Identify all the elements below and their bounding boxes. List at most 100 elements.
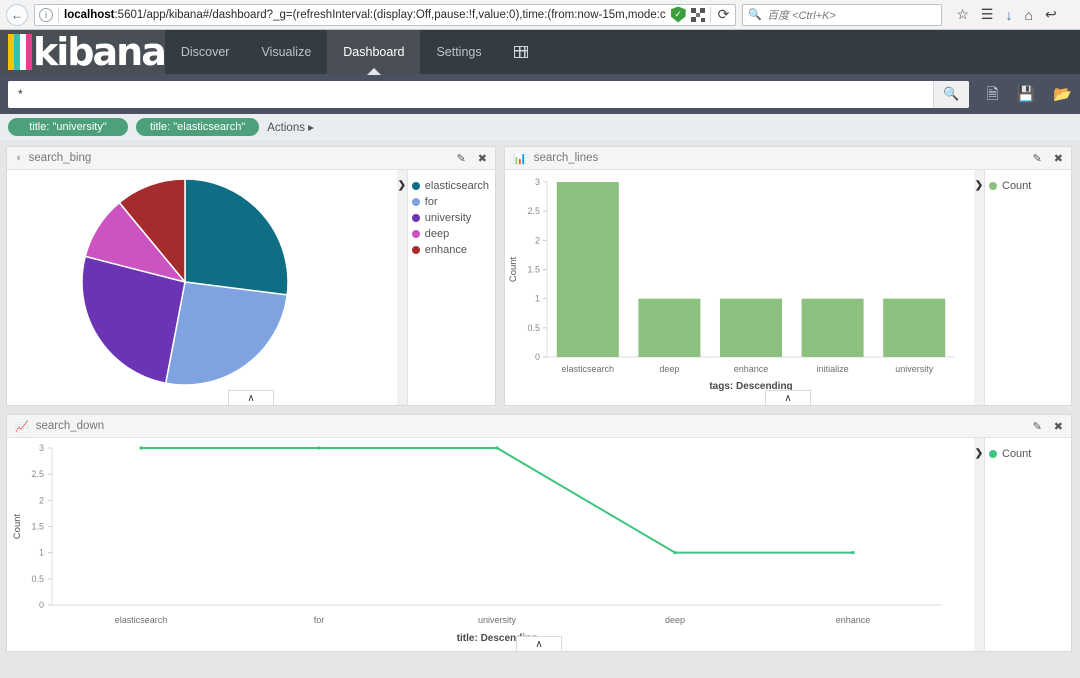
reload-icon[interactable]: ⟳ xyxy=(716,6,732,23)
legend-item[interactable]: Count xyxy=(989,446,1065,462)
dashboard-action-icons: 🗎 💾 📂 xyxy=(969,87,1072,102)
x-tick-label: elasticsearch xyxy=(115,615,168,625)
nav-item-visualize[interactable]: Visualize xyxy=(245,30,327,74)
bar-chart-icon: 📊 xyxy=(513,152,527,165)
line-point[interactable] xyxy=(851,551,855,555)
browser-search-box[interactable]: 🔍 百度 <Ctrl+K> xyxy=(742,3,943,26)
search-submit-button[interactable]: 🔍 xyxy=(932,80,969,108)
nav-item-grid[interactable] xyxy=(498,30,544,74)
undo-icon[interactable]: ↩ xyxy=(1045,6,1057,23)
close-panel-icon[interactable]: ✖ xyxy=(1054,152,1063,165)
line-chart-area[interactable]: 0 0.5 1 1.5 2 2.5 3 elasticsearch for university d… xyxy=(7,438,974,651)
page-info-icon[interactable]: i xyxy=(39,7,53,22)
kibana-logo[interactable]: kibana xyxy=(0,30,167,74)
kibana-logo-text: kibana xyxy=(33,30,167,74)
bar[interactable] xyxy=(556,182,619,357)
y-tick-label: 0.5 xyxy=(31,574,44,584)
filter-pill-university[interactable]: title: "university" xyxy=(8,118,128,136)
load-dashboard-icon[interactable]: 📂 xyxy=(1053,87,1072,102)
dashboard-row-1: ◖ search_bing ✎ ✖ ❯ elasticsearch for univ… xyxy=(6,146,1074,406)
y-axis-title: Count xyxy=(508,256,519,282)
home-icon[interactable]: ⌂ xyxy=(1024,7,1032,23)
pie-chart-area[interactable] xyxy=(7,170,397,405)
legend-toggle-button[interactable]: ❯ xyxy=(974,170,985,405)
line-point[interactable] xyxy=(495,446,499,450)
kibana-navbar: kibana Discover Visualize Dashboard Sett… xyxy=(0,30,1080,74)
browser-back-button[interactable]: ← xyxy=(6,3,28,26)
panel-body: 0 0.5 1 1.5 2 2.5 3 elasticsearch for university d… xyxy=(7,438,1071,651)
nav-item-discover-label: Discover xyxy=(180,45,230,59)
pie-slice[interactable] xyxy=(164,281,289,386)
panel-body: ❯ elasticsearch for university deep enhance xyxy=(7,170,495,405)
line-point[interactable] xyxy=(317,446,321,450)
bar[interactable] xyxy=(801,298,864,357)
edit-panel-icon[interactable]: ✎ xyxy=(1033,420,1042,433)
browser-search-placeholder: 百度 <Ctrl+K> xyxy=(767,9,836,22)
pie-slice[interactable] xyxy=(184,178,289,296)
bar[interactable] xyxy=(638,298,701,357)
legend-item[interactable]: university xyxy=(411,210,489,226)
close-panel-icon[interactable]: ✖ xyxy=(478,152,487,165)
bar-chart-area[interactable]: 0 0.5 1 1.5 2 2.5 3 elasticsearch deep enhance ini… xyxy=(505,170,974,405)
shield-icon[interactable]: ✓ xyxy=(670,6,686,23)
panel-collapse-handle[interactable]: ∧ xyxy=(765,390,811,405)
panel-search-bing: ◖ search_bing ✎ ✖ ❯ elasticsearch for univ… xyxy=(6,146,496,406)
library-icon[interactable]: ☰ xyxy=(981,6,994,23)
bar[interactable] xyxy=(883,298,946,357)
nav-item-settings-label: Settings xyxy=(436,45,482,59)
y-tick-label: 2 xyxy=(535,235,540,245)
legend-toggle-button[interactable]: ❯ xyxy=(396,170,408,405)
legend-item[interactable]: deep xyxy=(411,226,489,242)
legend-label: elasticsearch xyxy=(424,180,489,192)
magnifier-icon: 🔍 xyxy=(942,86,960,101)
query-input-wrapper[interactable]: 🔍 xyxy=(8,80,969,108)
star-icon[interactable]: ☆ xyxy=(956,6,969,23)
nav-item-dashboard-label: Dashboard xyxy=(343,45,405,59)
legend-item[interactable]: enhance xyxy=(411,242,489,258)
line-point[interactable] xyxy=(673,551,677,555)
panel-header: 📈 search_down ✎ ✖ xyxy=(7,415,1071,438)
legend-label: enhance xyxy=(424,244,468,256)
x-tick-label: enhance xyxy=(734,364,769,374)
legend-item[interactable]: Count xyxy=(989,178,1065,194)
filter-pill-elasticsearch[interactable]: title: "elasticsearch" xyxy=(136,118,260,136)
legend-label: university xyxy=(424,212,472,224)
bar[interactable] xyxy=(719,298,783,357)
legend-item[interactable]: elasticsearch xyxy=(411,178,489,194)
new-dashboard-icon[interactable]: 🗎 xyxy=(987,87,999,102)
legend-item[interactable]: for xyxy=(411,194,489,210)
browser-toolbar: ← i localhost:5601/app/kibana#/dashboard… xyxy=(0,0,1080,30)
legend-label: Count xyxy=(1002,448,1032,460)
legend-toggle-button[interactable]: ❯ xyxy=(974,438,985,651)
panel-search-down: 📈 search_down ✎ ✖ 0 0.5 1 1.5 2 2.5 3 elasticse… xyxy=(6,414,1072,652)
nav-item-dashboard[interactable]: Dashboard xyxy=(327,30,421,74)
y-tick-label: 2.5 xyxy=(31,469,44,479)
nav-item-discover[interactable]: Discover xyxy=(165,30,246,74)
filter-actions-link[interactable]: Actions ▸ xyxy=(267,120,314,134)
panel-header: ◖ search_bing ✎ ✖ xyxy=(7,147,495,170)
panel-header: 📊 search_lines ✎ ✖ xyxy=(505,147,1071,170)
panel-body: 0 0.5 1 1.5 2 2.5 3 elasticsearch deep enhance ini… xyxy=(505,170,1071,405)
download-icon[interactable]: ↓ xyxy=(1005,7,1012,23)
nav-item-visualize-label: Visualize xyxy=(261,45,312,59)
panel-collapse-handle[interactable]: ∧ xyxy=(228,390,274,405)
qr-code-icon[interactable] xyxy=(690,7,705,22)
panel-collapse-handle[interactable]: ∧ xyxy=(516,636,562,651)
line-series[interactable] xyxy=(141,447,853,554)
line-point[interactable] xyxy=(139,446,143,450)
y-tick-label: 0 xyxy=(39,600,44,610)
panel-title: search_down xyxy=(35,420,105,432)
legend-items: Count xyxy=(985,438,1071,651)
legend-color-dot xyxy=(989,182,997,190)
back-arrow-icon: ← xyxy=(11,7,23,22)
address-bar[interactable]: i localhost:5601/app/kibana#/dashboard?_… xyxy=(34,3,737,26)
legend-items: Count xyxy=(985,170,1071,405)
close-panel-icon[interactable]: ✖ xyxy=(1054,420,1063,433)
edit-panel-icon[interactable]: ✎ xyxy=(1033,152,1042,165)
nav-item-settings[interactable]: Settings xyxy=(420,30,497,74)
panel-controls: ✎ ✖ xyxy=(1033,420,1063,433)
save-dashboard-icon[interactable]: 💾 xyxy=(1017,87,1036,102)
search-input[interactable] xyxy=(8,80,933,108)
y-tick-label: 1.5 xyxy=(31,522,44,532)
edit-panel-icon[interactable]: ✎ xyxy=(457,152,466,165)
